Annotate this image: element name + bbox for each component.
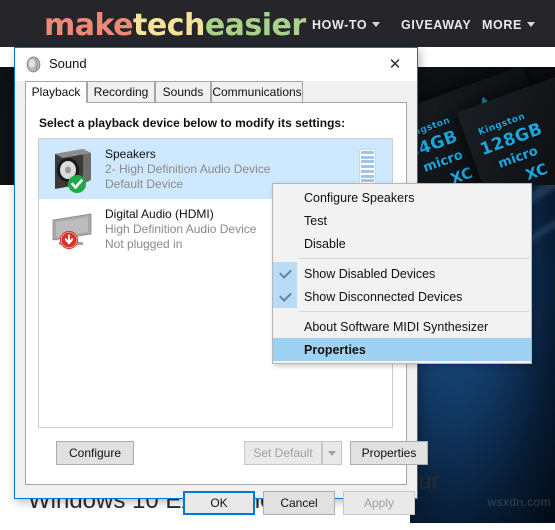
chevron-down-icon	[372, 22, 381, 27]
menu-separator	[299, 258, 529, 259]
dialog-title: Sound	[49, 56, 87, 71]
device-status: Not plugged in	[105, 236, 183, 251]
check-icon	[273, 262, 297, 285]
tab-label: Sounds	[162, 85, 204, 99]
device-name: Digital Audio (HDMI)	[105, 206, 214, 221]
tab-playback[interactable]: Playback	[25, 81, 87, 103]
site-logo[interactable]: maketecheasier	[44, 8, 306, 43]
configure-button[interactable]: Configure	[56, 441, 134, 465]
device-description: 2- High Definition Audio Device	[105, 161, 271, 176]
menu-item-disable[interactable]: Disable	[273, 232, 531, 255]
page-background: maketecheasier HOW-TO GIVEAWAY MORE King…	[0, 0, 555, 523]
sd-xc-label: XC	[448, 163, 475, 185]
menu-item-label: Properties	[304, 342, 366, 357]
tab-recording[interactable]: Recording	[87, 81, 155, 102]
context-menu: Configure Speakers Test Disable Show Dis…	[272, 183, 532, 364]
menu-item-label: About Software MIDI Synthesizer	[304, 319, 489, 334]
menu-item-about-software-midi-synthesizer[interactable]: About Software MIDI Synthesizer	[273, 315, 531, 338]
menu-item-label: Show Disabled Devices	[304, 266, 436, 281]
nav-label: GIVEAWAY	[401, 18, 472, 32]
speaker-icon	[26, 56, 41, 73]
device-name: Speakers	[105, 146, 156, 161]
nav-item-more[interactable]: MORE	[482, 18, 535, 32]
set-default-button[interactable]: Set Default	[244, 441, 322, 465]
chevron-down-icon	[328, 450, 336, 456]
tab-label: Playback	[31, 85, 81, 99]
device-info: Speakers 2- High Definition Audio Device…	[105, 147, 270, 192]
menu-item-show-disabled-devices[interactable]: Show Disabled Devices	[273, 262, 531, 285]
nav-item-how-to[interactable]: HOW-TO	[312, 18, 381, 32]
device-action-buttons: Configure Set Default Properties	[38, 441, 428, 467]
menu-item-label: Configure Speakers	[304, 190, 415, 205]
nav-item-giveaway[interactable]: GIVEAWAY	[401, 18, 471, 32]
tab-label: Recording	[93, 85, 149, 99]
sd-xc-label: XC	[523, 159, 550, 185]
menu-item-label: Test	[304, 213, 327, 228]
set-default-dropdown-button[interactable]	[322, 441, 342, 465]
chevron-down-icon	[526, 22, 535, 27]
speaker-box-icon	[47, 144, 97, 194]
pane-instruction: Select a playback device below to modify…	[39, 116, 346, 130]
logo-part-2: tech	[133, 8, 205, 43]
tab-communications[interactable]: Communications	[211, 81, 303, 102]
dialog-titlebar[interactable]: Sound ✕	[15, 48, 417, 81]
logo-part-1: make	[44, 8, 134, 43]
watermark: wsxdn.com	[487, 495, 551, 509]
check-icon	[273, 285, 297, 308]
apply-button[interactable]: Apply	[343, 491, 415, 515]
ok-button[interactable]: OK	[183, 491, 255, 515]
nav-label: HOW-TO	[312, 18, 368, 32]
dialog-footer: OK Cancel Apply	[15, 485, 415, 530]
menu-separator	[299, 311, 529, 312]
logo-part-3: easier	[204, 8, 306, 43]
menu-item-label: Show Disconnected Devices	[304, 289, 463, 304]
properties-button[interactable]: Properties	[350, 441, 428, 465]
menu-item-show-disconnected-devices[interactable]: Show Disconnected Devices	[273, 285, 531, 308]
tab-strip: Playback Recording Sounds Communications	[25, 81, 407, 103]
menu-item-test[interactable]: Test	[273, 209, 531, 232]
device-status: Default Device	[105, 176, 184, 191]
monitor-icon	[47, 204, 97, 254]
device-description: High Definition Audio Device	[105, 221, 257, 236]
close-icon[interactable]: ✕	[373, 48, 417, 80]
menu-item-configure-speakers[interactable]: Configure Speakers	[273, 186, 531, 209]
tab-label: Communications	[212, 85, 302, 99]
menu-item-properties[interactable]: Properties	[273, 338, 531, 361]
cancel-button[interactable]: Cancel	[263, 491, 335, 515]
device-info: Digital Audio (HDMI) High Definition Aud…	[105, 207, 256, 252]
menu-item-label: Disable	[304, 236, 346, 251]
nav-label: MORE	[482, 18, 522, 32]
tab-sounds[interactable]: Sounds	[155, 81, 211, 102]
